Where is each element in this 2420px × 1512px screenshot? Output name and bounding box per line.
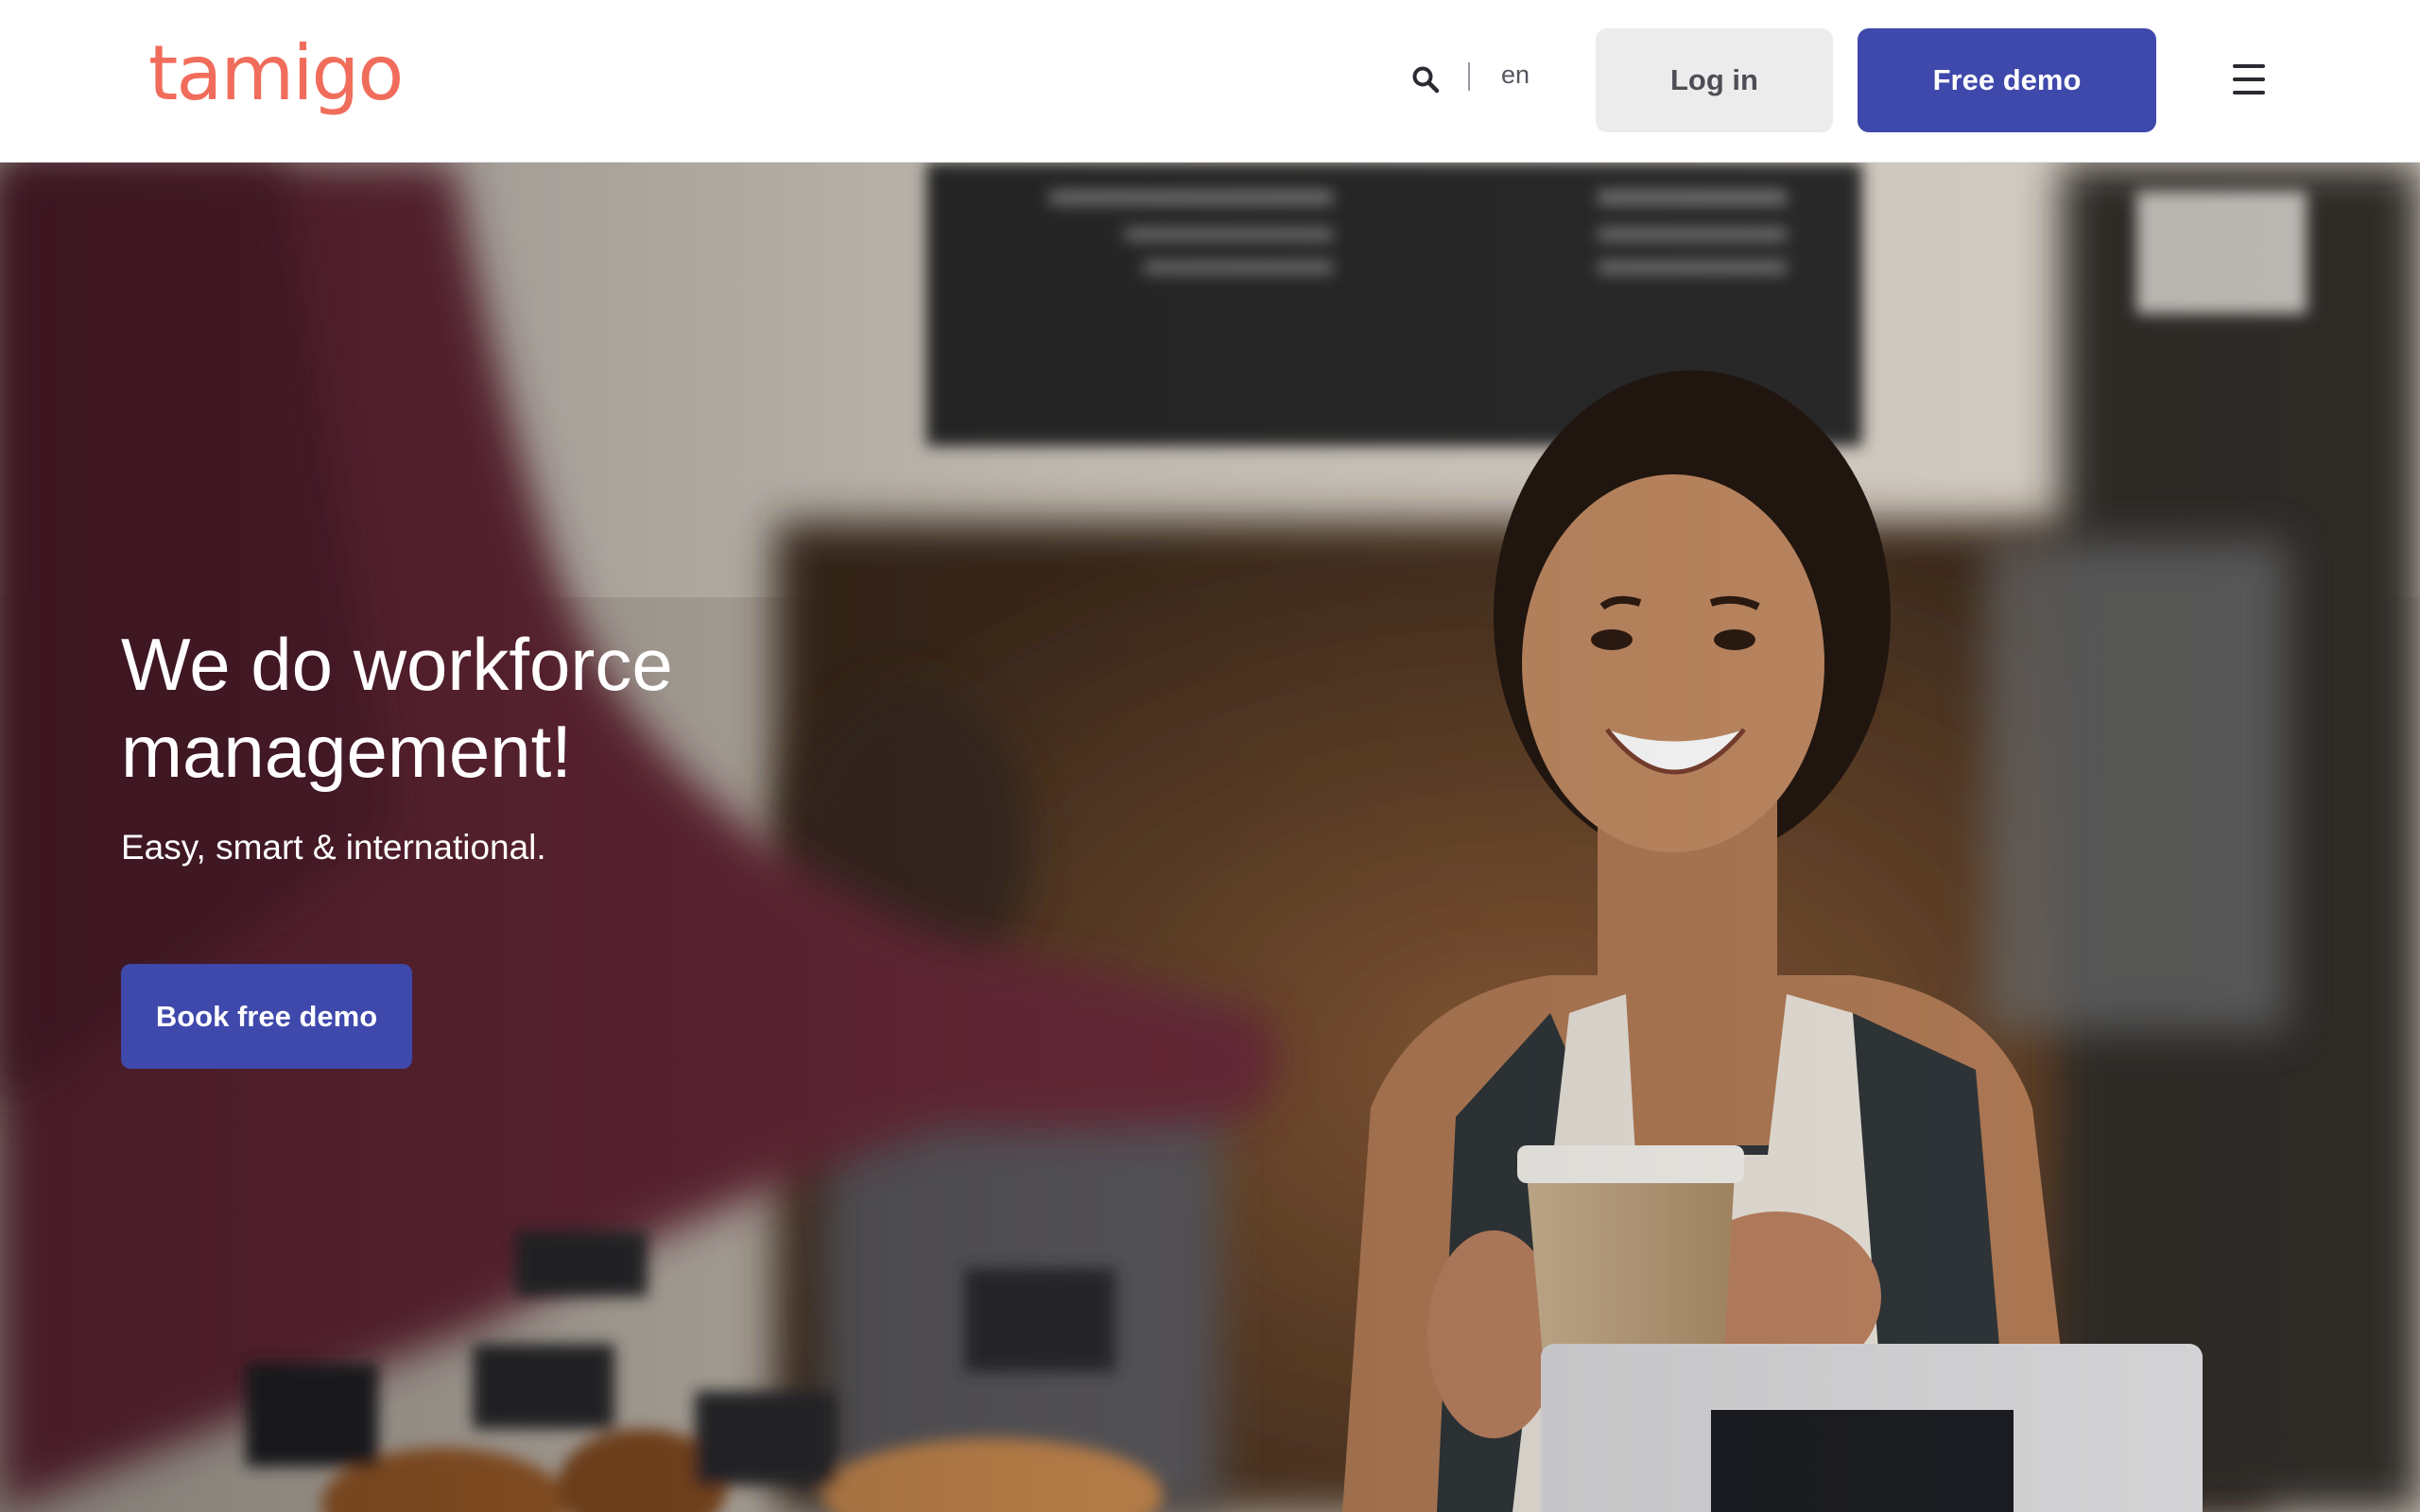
free-demo-button[interactable]: Free demo [1858,28,2156,132]
hero-section: We do workforce management! Easy, smart … [0,163,2420,1512]
hero-title: We do workforce management! [121,623,673,793]
site-header: tamigo en Log in Free demo [0,0,2420,163]
search-icon [1412,66,1440,94]
hamburger-menu-icon[interactable] [2231,62,2269,96]
tamigo-logo[interactable]: tamigo [148,36,404,112]
book-free-demo-button[interactable]: Book free demo [121,964,412,1069]
search-button[interactable] [1407,60,1444,98]
header-divider [1468,62,1470,91]
login-button[interactable]: Log in [1596,28,1833,132]
hero-subtitle: Easy, smart & international. [121,828,546,867]
language-selector[interactable]: en [1501,60,1530,90]
